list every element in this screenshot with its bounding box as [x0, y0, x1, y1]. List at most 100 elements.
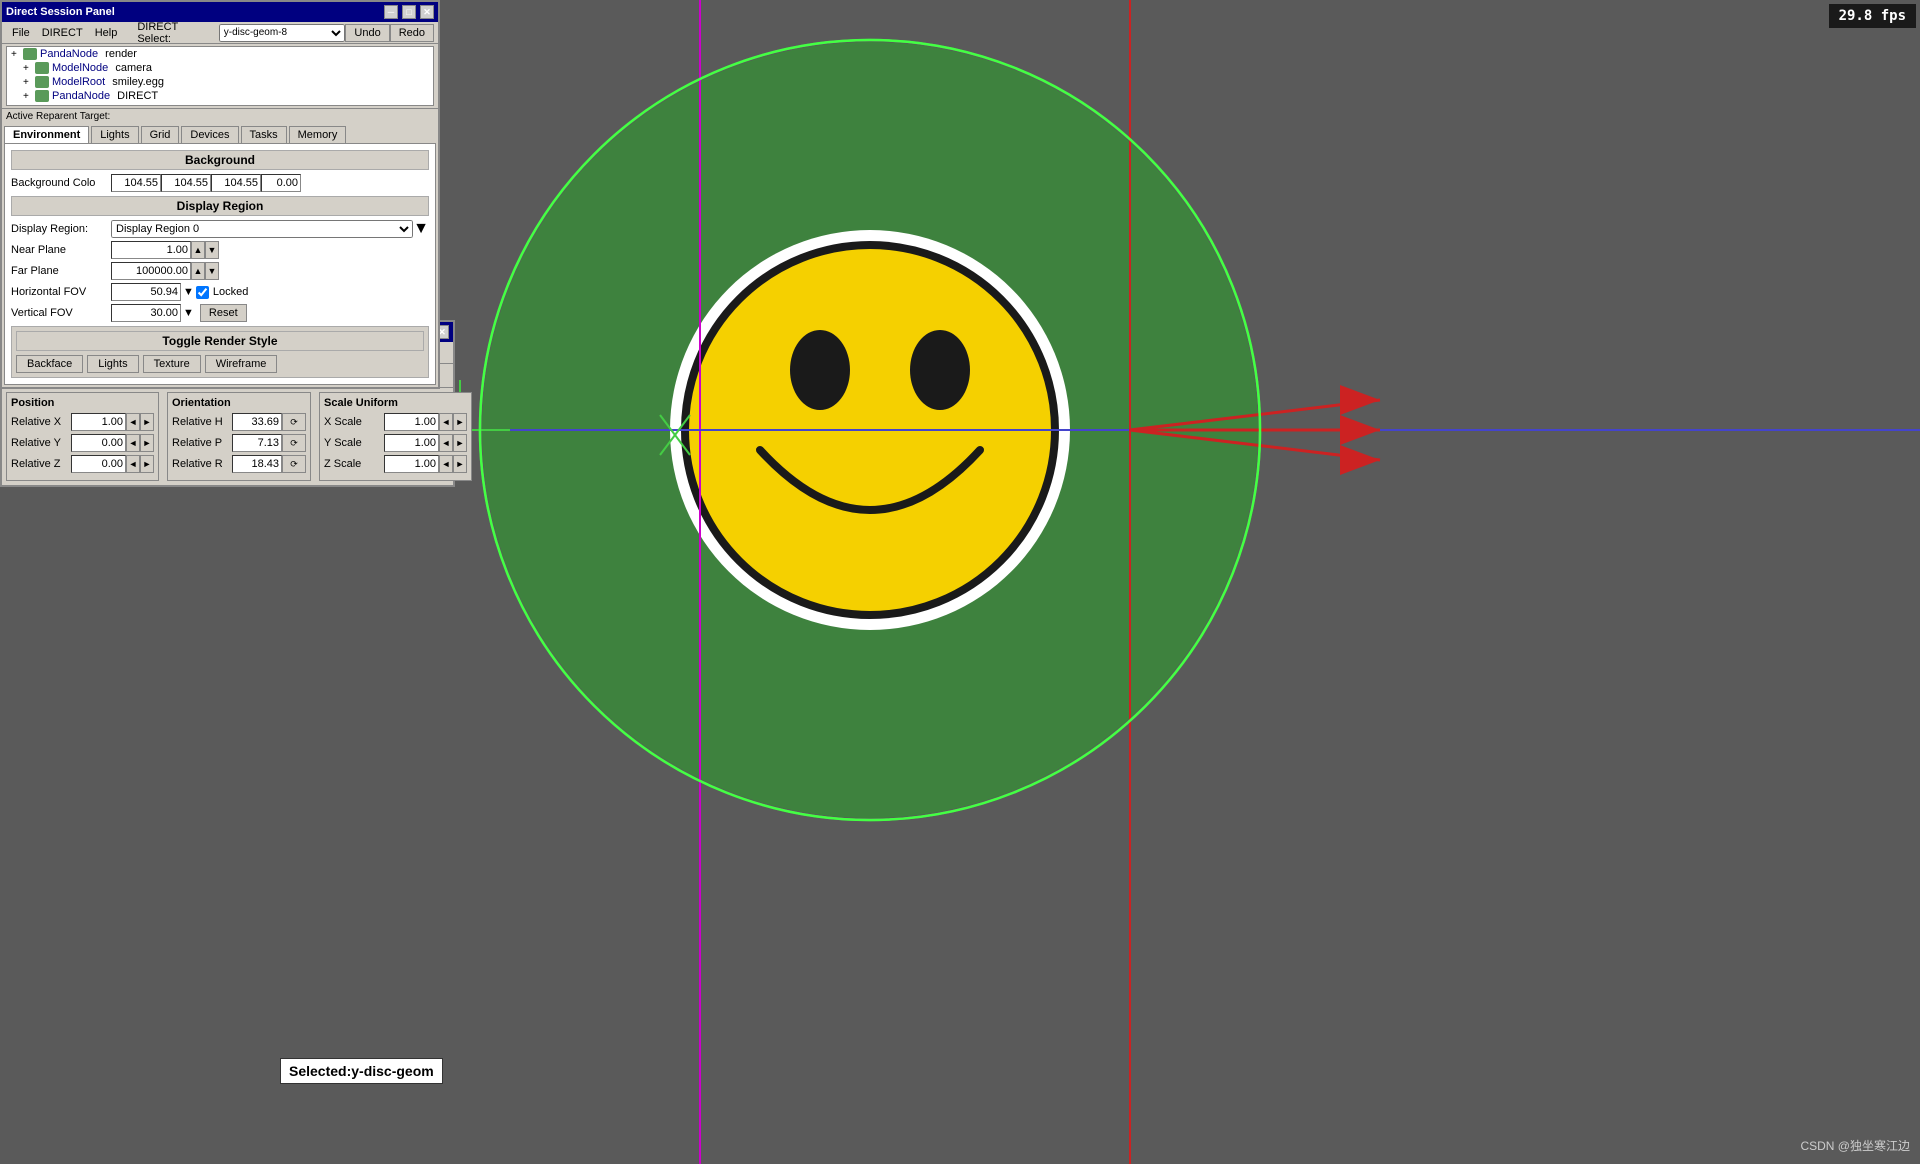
watermark-text: CSDN @独坐寒江边 — [1800, 1139, 1910, 1153]
node-icon — [23, 48, 37, 60]
rel-y-input[interactable] — [71, 434, 126, 452]
display-region-label: Display Region: — [11, 223, 111, 235]
rel-z-input[interactable] — [71, 455, 126, 473]
rel-z-row: Relative Z ◄ ► — [11, 455, 154, 473]
rel-z-down[interactable]: ► — [140, 455, 154, 473]
z-scale-down[interactable]: ► — [453, 455, 467, 473]
node-icon — [35, 76, 49, 88]
rel-r-input[interactable] — [232, 455, 282, 473]
direct-session-panel: Direct Session Panel ─ □ ✕ File DIRECT H… — [0, 0, 440, 389]
tree-item-smiley[interactable]: + ModelRoot smiley.egg — [7, 75, 433, 89]
wireframe-button[interactable]: Wireframe — [205, 355, 278, 373]
vfov-dropdown-icon[interactable]: ▼ — [183, 307, 194, 319]
tab-grid[interactable]: Grid — [141, 126, 180, 143]
close-button[interactable]: ✕ — [420, 5, 434, 19]
tab-lights[interactable]: Lights — [91, 126, 138, 143]
tab-tasks[interactable]: Tasks — [241, 126, 287, 143]
reset-button[interactable]: Reset — [200, 304, 247, 322]
far-plane-input[interactable] — [111, 262, 191, 280]
display-region-dropdown-icon[interactable]: ▼ — [413, 220, 429, 238]
rel-y-down[interactable]: ► — [140, 434, 154, 452]
tree-item-camera[interactable]: + ModelNode camera — [7, 61, 433, 75]
locked-checkbox[interactable] — [196, 286, 209, 299]
rel-x-input[interactable] — [71, 413, 126, 431]
direct-select[interactable]: y-disc-geom-8 — [219, 24, 346, 42]
rel-x-row: Relative X ◄ ► — [11, 413, 154, 431]
x-scale-down[interactable]: ► — [453, 413, 467, 431]
near-up-btn[interactable]: ▲ — [191, 241, 205, 259]
y-scale-down[interactable]: ► — [453, 434, 467, 452]
position-section: Position Relative X ◄ ► Relative Y ◄ ► R… — [6, 392, 159, 481]
vfov-label: Vertical FOV — [11, 307, 111, 319]
tree-item-render[interactable]: + PandaNode render — [7, 47, 433, 61]
z-scale-up[interactable]: ◄ — [439, 455, 453, 473]
menu-file[interactable]: File — [6, 25, 36, 41]
select-label: DIRECT Select: — [131, 19, 218, 47]
rel-z-up[interactable]: ◄ — [126, 455, 140, 473]
tab-environment[interactable]: Environment — [4, 126, 89, 143]
rel-h-input[interactable] — [232, 413, 282, 431]
tree-item-direct[interactable]: + PandaNode DIRECT — [7, 89, 433, 103]
bg-g-input[interactable] — [161, 174, 211, 192]
backface-button[interactable]: Backface — [16, 355, 83, 373]
fps-value: 29.8 fps — [1839, 8, 1906, 24]
hfov-row: Horizontal FOV ▼ Locked — [11, 283, 429, 301]
rel-h-arrows: ⟳ — [282, 413, 306, 431]
display-region-row: Display Region: Display Region 0 ▼ — [11, 220, 429, 238]
tab-content-environment: Background Background Colo Display Regio… — [4, 144, 436, 385]
rel-p-arrows: ⟳ — [282, 434, 306, 452]
rel-z-label: Relative Z — [11, 458, 71, 470]
rel-h-up[interactable]: ⟳ — [282, 413, 306, 431]
rel-x-arrows: ◄ ► — [126, 413, 154, 431]
dsp-title: Direct Session Panel — [6, 6, 115, 18]
z-scale-input[interactable] — [384, 455, 439, 473]
minimize-button[interactable]: ─ — [384, 5, 398, 19]
bg-b-input[interactable] — [211, 174, 261, 192]
near-plane-input[interactable] — [111, 241, 191, 259]
tree-label: PandaNode DIRECT — [52, 90, 158, 102]
x-scale-up[interactable]: ◄ — [439, 413, 453, 431]
expand-icon: + — [11, 49, 23, 60]
expand-icon: + — [23, 91, 35, 102]
watermark: CSDN @独坐寒江边 — [1800, 1137, 1910, 1154]
undo-button[interactable]: Undo — [345, 24, 389, 42]
rel-x-up[interactable]: ◄ — [126, 413, 140, 431]
active-target-label: Active Reparent Target: — [6, 111, 110, 122]
rel-r-up[interactable]: ⟳ — [282, 455, 306, 473]
rel-p-up[interactable]: ⟳ — [282, 434, 306, 452]
hfov-dropdown-icon[interactable]: ▼ — [183, 286, 194, 298]
vfov-input[interactable] — [111, 304, 181, 322]
selected-text: Selected:y-disc-geom — [289, 1063, 434, 1079]
hfov-input[interactable] — [111, 283, 181, 301]
tab-memory[interactable]: Memory — [289, 126, 347, 143]
tree-label: ModelRoot smiley.egg — [52, 76, 164, 88]
locked-label: Locked — [213, 286, 248, 298]
toggle-render-style: Toggle Render Style Backface Lights Text… — [11, 326, 429, 378]
rel-y-up[interactable]: ◄ — [126, 434, 140, 452]
active-target: Active Reparent Target: — [2, 108, 438, 124]
maximize-button[interactable]: □ — [402, 5, 416, 19]
near-down-btn[interactable]: ▼ — [205, 241, 219, 259]
bg-color-row: Background Colo — [11, 174, 429, 192]
far-down-btn[interactable]: ▼ — [205, 262, 219, 280]
bg-r-input[interactable] — [111, 174, 161, 192]
rel-z-arrows: ◄ ► — [126, 455, 154, 473]
lights-button[interactable]: Lights — [87, 355, 138, 373]
tab-devices[interactable]: Devices — [181, 126, 238, 143]
rel-p-input[interactable] — [232, 434, 282, 452]
menu-direct[interactable]: DIRECT — [36, 25, 89, 41]
tree-label: ModelNode camera — [52, 62, 152, 74]
display-region-select[interactable]: Display Region 0 — [111, 220, 413, 238]
menu-help[interactable]: Help — [89, 25, 124, 41]
tabs: Environment Lights Grid Devices Tasks Me… — [4, 126, 436, 144]
y-scale-input[interactable] — [384, 434, 439, 452]
near-plane-row: Near Plane ▲ ▼ — [11, 241, 429, 259]
redo-button[interactable]: Redo — [390, 24, 434, 42]
tab-container: Environment Lights Grid Devices Tasks Me… — [4, 126, 436, 385]
bg-a-input[interactable] — [261, 174, 301, 192]
far-up-btn[interactable]: ▲ — [191, 262, 205, 280]
rel-x-down[interactable]: ► — [140, 413, 154, 431]
x-scale-input[interactable] — [384, 413, 439, 431]
texture-button[interactable]: Texture — [143, 355, 201, 373]
y-scale-up[interactable]: ◄ — [439, 434, 453, 452]
